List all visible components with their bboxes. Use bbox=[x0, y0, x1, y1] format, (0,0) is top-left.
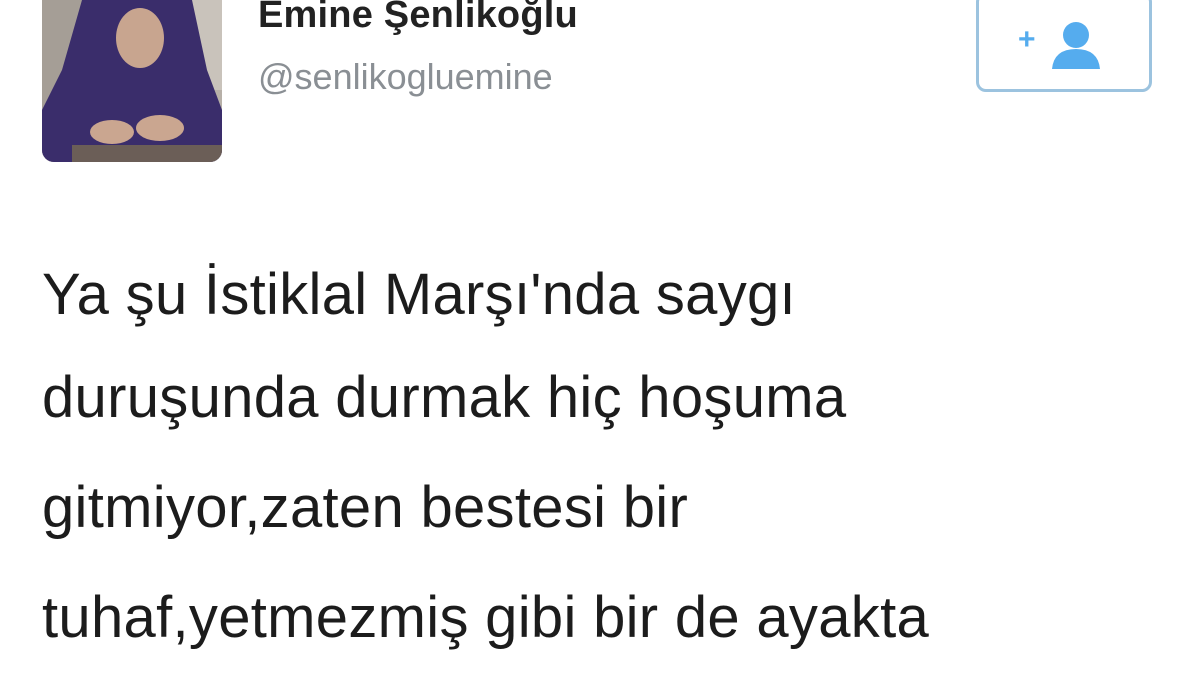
avatar-photo-image bbox=[42, 0, 222, 162]
plus-sign: + bbox=[1018, 23, 1036, 56]
tweet-text-line: gitmiyor,zaten bestesi bir bbox=[42, 475, 689, 540]
tweet-card: Emine Şenlikoğlu @senlikogluemine + Ya ş… bbox=[0, 0, 1200, 675]
tweet-text-line: tuhaf,yetmezmiş gibi bir de ayakta bbox=[42, 585, 930, 650]
tweet-text: Ya şu İstiklal Marşı'nda saygı duruşunda… bbox=[42, 262, 1182, 674]
add-user-icon: + bbox=[1018, 22, 1100, 69]
author-avatar[interactable] bbox=[42, 0, 222, 162]
tweet-text-line: duruşunda durmak hiç hoşuma bbox=[42, 365, 847, 430]
author-display-name[interactable]: Emine Şenlikoğlu bbox=[258, 0, 578, 37]
follow-button[interactable]: + bbox=[976, 0, 1152, 92]
author-handle[interactable]: @senlikogluemine bbox=[258, 56, 553, 98]
tweet-text-line: Ya şu İstiklal Marşı'nda saygı bbox=[42, 262, 796, 327]
